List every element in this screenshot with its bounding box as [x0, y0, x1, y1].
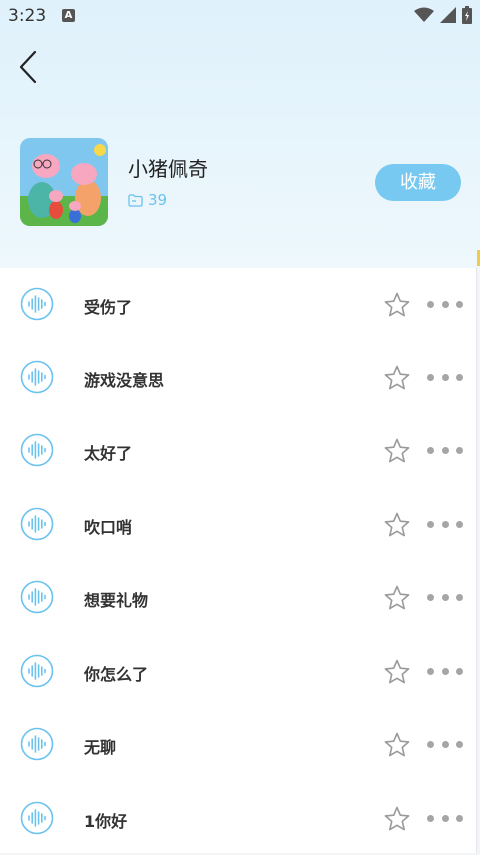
- track-row[interactable]: 1你好: [0, 782, 476, 855]
- back-arrow-icon[interactable]: [16, 50, 44, 84]
- audio-wave-icon[interactable]: [20, 360, 54, 394]
- track-title: 吹口哨: [84, 518, 133, 537]
- audio-wave-icon[interactable]: [20, 654, 54, 688]
- track-count: 39: [128, 191, 167, 209]
- track-row[interactable]: 想要礼物: [0, 561, 476, 634]
- notification-icon: A: [62, 9, 75, 22]
- track-title: 1你好: [84, 812, 128, 831]
- star-icon[interactable]: [383, 291, 411, 319]
- favorite-button[interactable]: 收藏: [375, 164, 461, 201]
- more-options-icon[interactable]: [427, 741, 463, 749]
- track-row[interactable]: 你怎么了: [0, 635, 476, 708]
- more-options-icon[interactable]: [427, 447, 463, 455]
- star-icon[interactable]: [383, 805, 411, 833]
- status-icons: [414, 6, 472, 24]
- more-options-icon[interactable]: [427, 815, 463, 823]
- album-cover-image: [20, 138, 108, 226]
- album-header: [0, 0, 480, 268]
- battery-icon: [462, 6, 472, 24]
- status-bar: 3:23 A: [0, 0, 480, 32]
- track-row[interactable]: 无聊: [0, 708, 476, 781]
- track-row[interactable]: 太好了: [0, 414, 476, 487]
- folder-icon: [128, 193, 143, 207]
- more-options-icon[interactable]: [427, 521, 463, 529]
- audio-wave-icon[interactable]: [20, 727, 54, 761]
- audio-wave-icon[interactable]: [20, 507, 54, 541]
- star-icon[interactable]: [383, 364, 411, 392]
- star-icon[interactable]: [383, 731, 411, 759]
- track-list: 受伤了游戏没意思太好了吹口哨想要礼物你怎么了无聊 1你好: [0, 268, 477, 853]
- status-time: 3:23: [8, 6, 47, 26]
- star-icon[interactable]: [383, 511, 411, 539]
- audio-wave-icon[interactable]: [20, 580, 54, 614]
- track-title: 游戏没意思: [84, 371, 165, 390]
- track-count-value: 39: [148, 191, 168, 209]
- track-title: 无聊: [84, 738, 117, 757]
- audio-wave-icon[interactable]: [20, 801, 54, 835]
- wifi-icon: [414, 7, 434, 22]
- star-icon[interactable]: [383, 584, 411, 612]
- album-title: 小猪佩奇: [128, 157, 208, 181]
- audio-wave-icon[interactable]: [20, 287, 54, 321]
- more-options-icon[interactable]: [427, 374, 463, 382]
- track-row[interactable]: 吹口哨: [0, 488, 476, 561]
- more-options-icon[interactable]: [427, 301, 463, 309]
- audio-wave-icon[interactable]: [20, 433, 54, 467]
- star-icon[interactable]: [383, 437, 411, 465]
- track-title: 太好了: [84, 444, 133, 463]
- signal-icon: [440, 7, 456, 23]
- track-title: 受伤了: [84, 298, 133, 317]
- track-row[interactable]: 游戏没意思: [0, 341, 476, 414]
- star-icon[interactable]: [383, 658, 411, 686]
- track-title: 想要礼物: [84, 591, 149, 610]
- track-row[interactable]: 受伤了: [0, 268, 476, 341]
- track-title: 你怎么了: [84, 665, 149, 684]
- more-options-icon[interactable]: [427, 594, 463, 602]
- more-options-icon[interactable]: [427, 668, 463, 676]
